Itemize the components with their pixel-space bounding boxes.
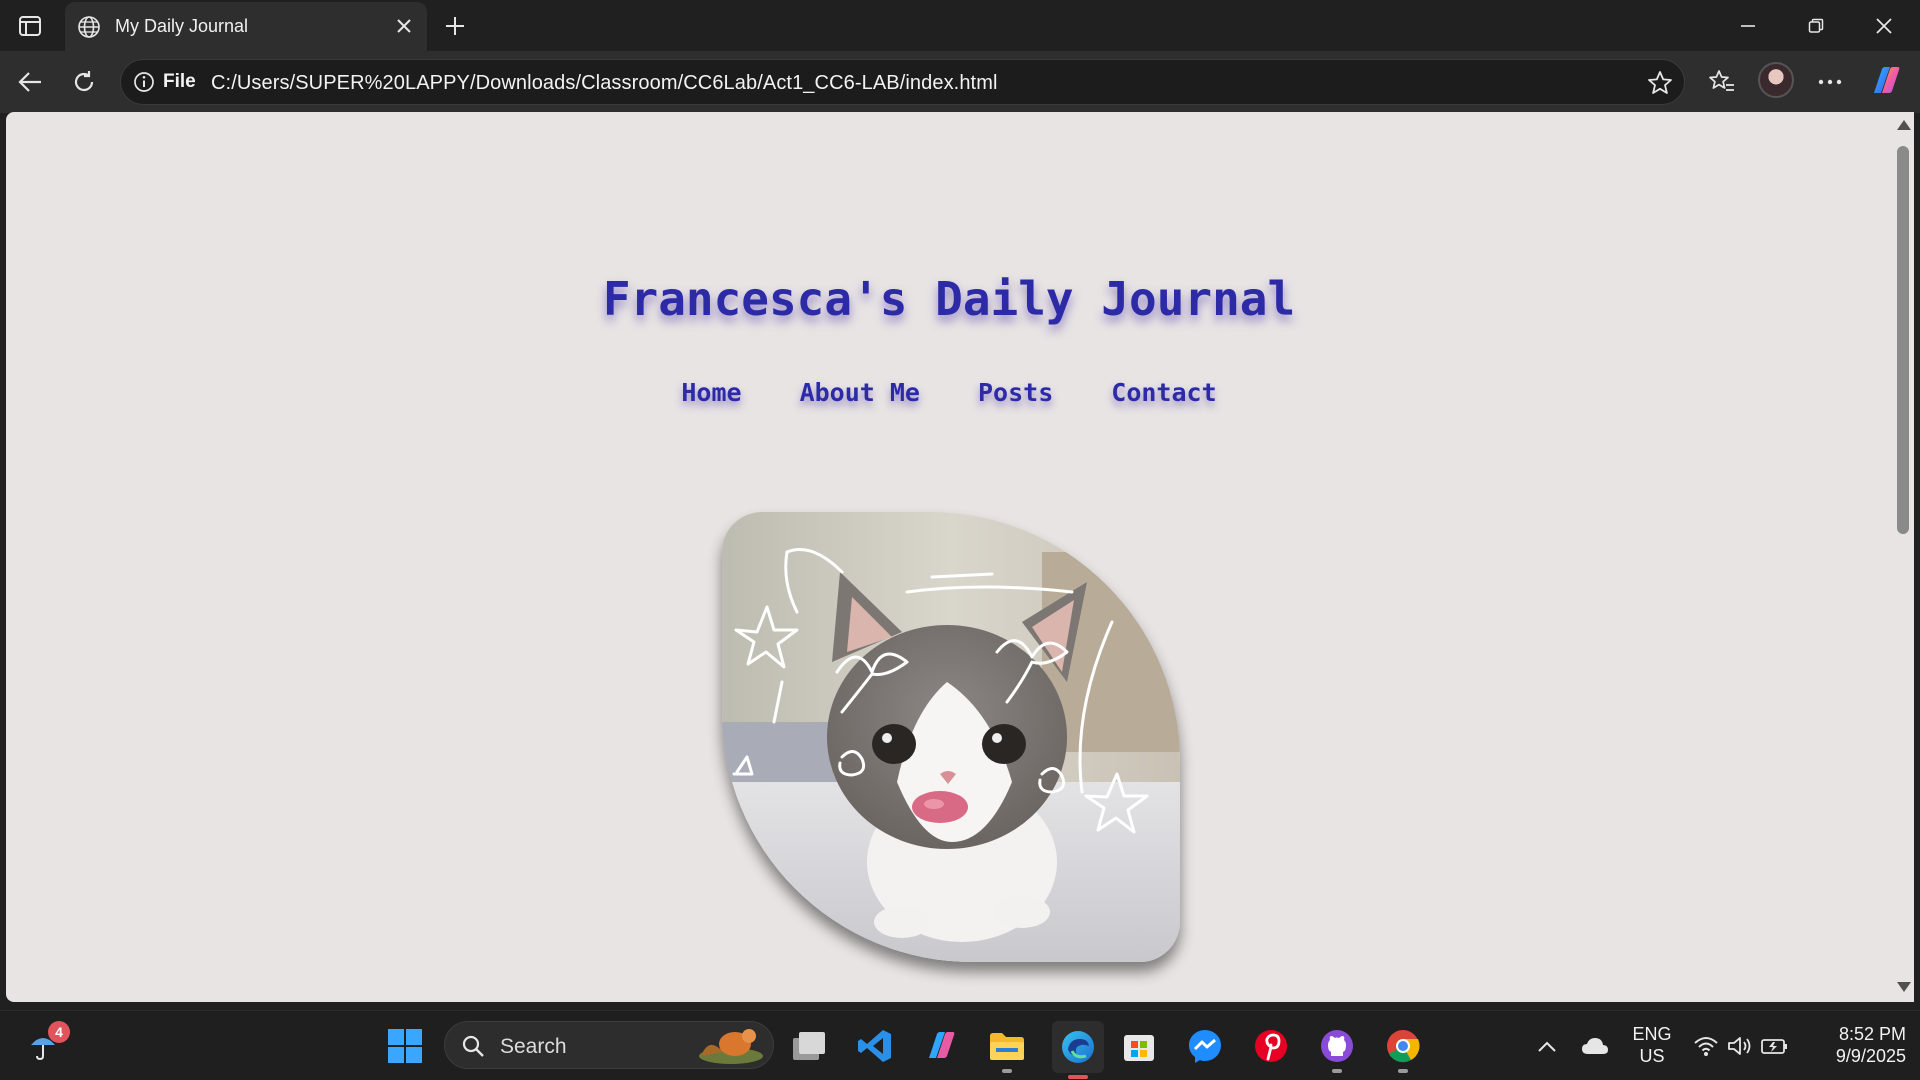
taskbar-search[interactable]: Search (444, 1021, 774, 1069)
scroll-down-arrow-icon[interactable] (1897, 982, 1911, 992)
back-button[interactable] (12, 64, 48, 100)
journal-title: Francesca's Daily Journal (602, 272, 1296, 326)
windows-taskbar: 4 Search ENG US 8:52 PM 9/9/2025 (0, 1010, 1920, 1080)
browser-tab[interactable]: My Daily Journal (65, 2, 427, 51)
nav-posts-link[interactable]: Posts (978, 378, 1053, 407)
vscode-icon (858, 1030, 891, 1062)
page-scrollbar[interactable] (1892, 112, 1914, 1002)
back-arrow-icon (18, 72, 41, 92)
refresh-icon (74, 71, 94, 92)
github-icon (1321, 1030, 1353, 1062)
globe-icon (78, 16, 100, 38)
restore-icon (1808, 18, 1824, 33)
volume-icon (1728, 1037, 1751, 1055)
language-indicator[interactable]: ENG US (1628, 1023, 1676, 1067)
nav-contact-link[interactable]: Contact (1111, 378, 1216, 407)
close-tab-icon[interactable] (393, 15, 415, 37)
site-info-button[interactable]: File (133, 71, 196, 93)
scrollbar-thumb[interactable] (1897, 146, 1909, 534)
battery-icon (1761, 1039, 1787, 1054)
wifi-icon (1694, 1037, 1718, 1056)
messenger-icon (1189, 1030, 1221, 1063)
site-nav: Home About Me Posts Contact (6, 378, 1892, 407)
favorites-list-icon (1709, 70, 1734, 91)
search-icon (462, 1035, 484, 1057)
tab-actions-icon (19, 16, 41, 36)
weather-badge: 4 (48, 1021, 70, 1043)
address-bar[interactable]: File C:/Users/SUPER%20LAPPY/Downloads/Cl… (120, 59, 1685, 105)
copilot-app-icon (929, 1032, 955, 1058)
active-indicator (1068, 1075, 1088, 1079)
new-tab-button[interactable] (438, 9, 472, 43)
cloud-icon (1582, 1038, 1608, 1054)
chrome-icon (1387, 1030, 1420, 1063)
search-highlight-icon (699, 1029, 763, 1064)
address-scheme-label: File (163, 71, 196, 92)
edge-app[interactable] (1052, 1021, 1104, 1079)
close-window-button[interactable] (1850, 0, 1918, 51)
cat-photo-drawing (722, 512, 1180, 962)
running-indicator (1332, 1069, 1342, 1073)
pinterest-icon (1255, 1030, 1287, 1062)
onedrive-button[interactable] (1574, 1025, 1616, 1067)
browser-toolbar: File C:/Users/SUPER%20LAPPY/Downloads/Cl… (0, 51, 1920, 113)
running-indicator (1002, 1069, 1012, 1073)
more-dots-icon (1818, 79, 1842, 85)
folder-icon (990, 1033, 1024, 1060)
pinterest-app[interactable] (1250, 1025, 1292, 1067)
github-app[interactable] (1316, 1025, 1358, 1073)
favorites-button[interactable] (1704, 64, 1740, 100)
chevron-up-icon (1538, 1041, 1556, 1052)
favorite-star-icon[interactable] (1646, 69, 1674, 97)
show-hidden-icons-button[interactable] (1526, 1025, 1568, 1067)
chrome-app[interactable] (1382, 1025, 1424, 1073)
clock-date: 9/9/2025 (1835, 1046, 1906, 1066)
more-options-button[interactable] (1812, 64, 1848, 100)
store-icon (1124, 1035, 1154, 1061)
plus-icon (446, 17, 464, 35)
task-view-icon (793, 1032, 825, 1060)
language-code: ENG (1632, 1024, 1672, 1044)
edge-icon (1062, 1031, 1094, 1063)
scroll-up-arrow-icon[interactable] (1897, 120, 1911, 130)
tab-actions-button[interactable] (12, 10, 48, 42)
nav-about-link[interactable]: About Me (800, 378, 920, 407)
refresh-button[interactable] (66, 64, 102, 100)
task-view-button[interactable] (788, 1025, 830, 1067)
vscode-app[interactable] (854, 1025, 896, 1067)
url-text[interactable]: C:/Users/SUPER%20LAPPY/Downloads/Classro… (211, 72, 998, 95)
copilot-app[interactable] (920, 1025, 962, 1067)
cat-photo (722, 512, 1180, 962)
file-explorer-app[interactable] (986, 1025, 1028, 1073)
search-label: Search (500, 1035, 567, 1058)
start-button[interactable] (384, 1025, 426, 1067)
keyboard-region: US (1639, 1046, 1665, 1066)
profile-avatar[interactable] (1758, 62, 1794, 98)
quick-settings-button[interactable] (1686, 1025, 1796, 1067)
close-icon (1876, 17, 1892, 34)
browser-title-bar: My Daily Journal (0, 0, 1920, 51)
messenger-app[interactable] (1184, 1025, 1226, 1067)
restore-button[interactable] (1782, 0, 1850, 51)
nav-home-link[interactable]: Home (681, 378, 741, 407)
microsoft-store-app[interactable] (1118, 1025, 1160, 1067)
minimize-button[interactable] (1714, 0, 1782, 51)
page-viewport: Francesca's Daily Journal Home About Me … (6, 112, 1892, 1002)
copilot-icon[interactable] (1868, 63, 1904, 99)
windows-logo-icon (388, 1029, 422, 1063)
clock[interactable]: 8:52 PM 9/9/2025 (1806, 1023, 1906, 1067)
tab-title: My Daily Journal (115, 16, 249, 36)
running-indicator (1398, 1069, 1408, 1073)
clock-time: 8:52 PM (1838, 1024, 1906, 1044)
info-icon (134, 72, 154, 92)
minimize-icon (1741, 24, 1755, 27)
